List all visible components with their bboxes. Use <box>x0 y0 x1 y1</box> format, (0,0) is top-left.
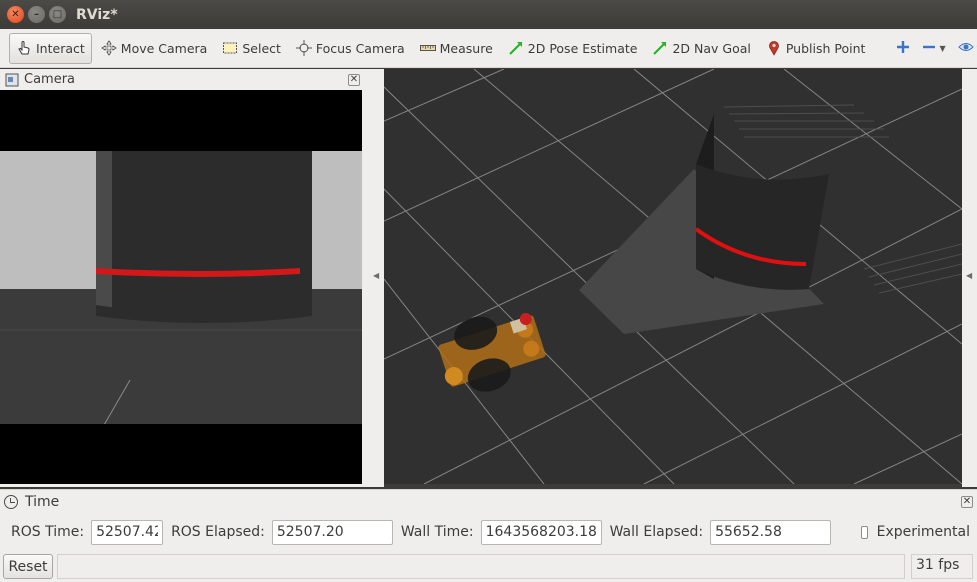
status-bar: Reset 31 fps <box>0 551 977 582</box>
collapse-left-icon: ◀ <box>373 271 380 280</box>
wall-time-label: Wall Time: <box>400 524 474 540</box>
tool-label: Measure <box>439 40 493 56</box>
status-message <box>57 554 905 579</box>
experimental-label: Experimental <box>876 524 970 540</box>
experimental-checkbox[interactable] <box>861 525 868 539</box>
eye-icon <box>957 40 974 57</box>
3d-view[interactable] <box>384 69 962 484</box>
wall-elapsed-label: Wall Elapsed: <box>609 524 704 540</box>
minimize-window-button[interactable]: – <box>28 6 45 23</box>
camera-panel-header: Camera ✕ <box>0 69 364 90</box>
tool-focus-camera[interactable]: Focus Camera <box>290 33 411 64</box>
tool-select[interactable]: Select <box>216 33 287 64</box>
time-row: ROS Time: ROS Elapsed: Wall Time: Wall E… <box>0 514 977 550</box>
close-window-button[interactable]: ✕ <box>7 6 24 23</box>
time-panel-title: Time <box>25 494 60 510</box>
fps-indicator: 31 fps <box>911 554 973 579</box>
tool-2d-nav-goal[interactable]: 2D Nav Goal <box>646 33 756 64</box>
minus-icon <box>922 40 936 57</box>
maximize-window-button[interactable]: □ <box>49 6 66 23</box>
move-arrows-icon <box>101 40 117 56</box>
wall-time-field[interactable] <box>480 519 602 545</box>
crosshair-icon <box>295 40 312 56</box>
chevron-down-icon: ▼ <box>939 43 946 53</box>
tool-label: Focus Camera <box>315 40 405 56</box>
select-rectangle-icon <box>222 40 238 56</box>
toolbar: Interact Move Camera Select Focus Camera… <box>0 29 977 68</box>
right-side-bar[interactable]: ◀ <box>962 69 977 487</box>
ros-elapsed-label: ROS Elapsed: <box>171 524 265 540</box>
camera-panel-title: Camera <box>24 72 76 87</box>
time-panel: Time ✕ ROS Time: ROS Elapsed: Wall Time:… <box>0 489 977 551</box>
clock-icon <box>4 495 18 509</box>
plus-icon <box>896 40 910 57</box>
add-tool-button[interactable] <box>896 40 910 57</box>
green-arrow-icon <box>508 40 524 56</box>
tool-label: Select <box>242 40 281 56</box>
close-time-panel-button[interactable]: ✕ <box>961 496 973 508</box>
tool-move-camera[interactable]: Move Camera <box>95 33 214 64</box>
tool-publish-point[interactable]: Publish Point <box>760 33 872 64</box>
remove-tool-button[interactable]: ▼ <box>922 40 946 57</box>
tool-label: 2D Pose Estimate <box>527 40 638 56</box>
camera-panel: Camera ✕ <box>0 69 364 487</box>
view-options-button[interactable]: ▼ <box>957 40 977 57</box>
panel-splitter[interactable]: ◀ <box>364 69 384 487</box>
wall-elapsed-field[interactable] <box>710 519 832 545</box>
tool-label: Interact <box>36 40 85 56</box>
tool-interact[interactable]: Interact <box>9 32 92 64</box>
tool-label: Move Camera <box>120 40 208 56</box>
ros-time-label: ROS Time: <box>11 524 85 540</box>
tool-2d-pose-estimate[interactable]: 2D Pose Estimate <box>502 33 644 64</box>
camera-view[interactable] <box>0 90 362 484</box>
ruler-icon <box>419 40 436 56</box>
hand-pointer-icon <box>16 40 32 56</box>
title-bar: ✕ – □ RViz* <box>0 0 977 29</box>
time-panel-header: Time ✕ <box>0 490 977 514</box>
window-title: RViz* <box>76 6 118 23</box>
reset-button[interactable]: Reset <box>3 554 53 579</box>
camera-icon <box>5 73 19 87</box>
tool-label: 2D Nav Goal <box>672 40 751 56</box>
map-pin-icon <box>766 40 782 56</box>
collapse-right-icon: ◀ <box>966 271 973 280</box>
close-camera-panel-button[interactable]: ✕ <box>348 73 360 86</box>
ros-elapsed-field[interactable] <box>271 519 393 545</box>
ros-time-field[interactable] <box>91 519 164 545</box>
tool-label: Publish Point <box>785 40 866 56</box>
green-arrow-icon <box>652 40 668 56</box>
tool-measure[interactable]: Measure <box>414 33 499 64</box>
